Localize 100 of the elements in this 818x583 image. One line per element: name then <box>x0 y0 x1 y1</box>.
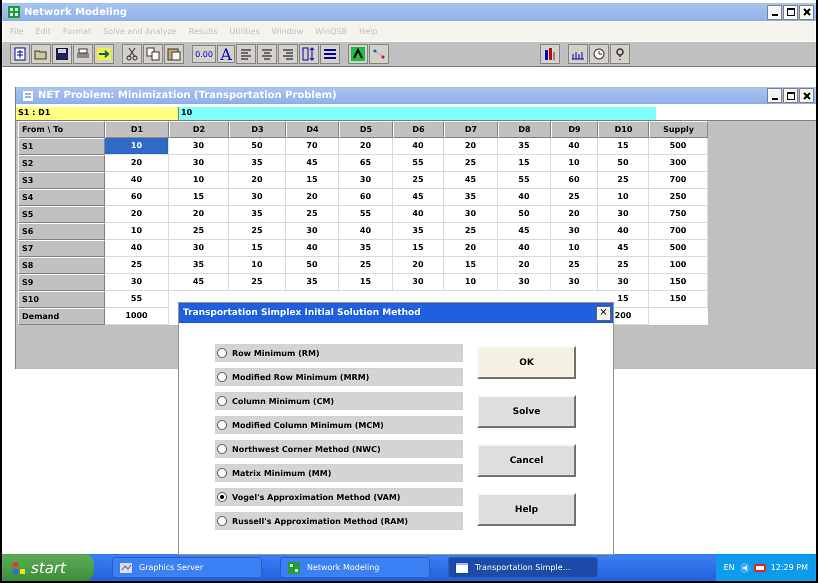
table-cell[interactable]: 25 <box>105 257 169 274</box>
table-cell[interactable]: 15 <box>286 172 339 189</box>
radio-button[interactable] <box>217 444 227 454</box>
table-cell[interactable]: 55 <box>339 206 393 223</box>
radio-button[interactable] <box>217 396 227 406</box>
table-cell[interactable]: 70 <box>286 138 339 155</box>
table-cell[interactable]: 30 <box>169 240 229 257</box>
copy-icon[interactable] <box>145 46 161 62</box>
table-cell[interactable]: 25 <box>229 274 286 291</box>
radio-option[interactable]: Modified Column Minimum (MCM) <box>215 416 463 434</box>
table-cell[interactable]: 25 <box>598 172 649 189</box>
table-cell[interactable]: 25 <box>444 155 498 172</box>
new-icon[interactable] <box>12 46 28 62</box>
taskbar-button[interactable]: Graphics Server <box>112 557 262 578</box>
table-cell[interactable]: 15 <box>444 257 498 274</box>
table-cell[interactable]: 10 <box>169 172 229 189</box>
radio-option[interactable]: Column Minimum (CM) <box>215 392 463 410</box>
table-cell[interactable]: 40 <box>498 240 551 257</box>
table-cell[interactable]: 20 <box>444 240 498 257</box>
table-cell[interactable]: 20 <box>551 206 598 223</box>
close-button[interactable]: × <box>596 306 611 320</box>
table-cell[interactable]: 15 <box>598 138 649 155</box>
table-cell[interactable]: 500 <box>649 240 708 257</box>
table-cell[interactable]: 30 <box>229 189 286 206</box>
table-cell[interactable]: 40 <box>393 206 444 223</box>
table-cell[interactable]: 150 <box>649 291 708 308</box>
table-cell[interactable]: 15 <box>229 240 286 257</box>
table-cell[interactable]: 20 <box>105 155 169 172</box>
table-cell[interactable]: 30 <box>551 223 598 240</box>
table-cell[interactable]: 35 <box>339 240 393 257</box>
table-cell[interactable]: 750 <box>649 206 708 223</box>
cell-value-field[interactable]: 10 <box>178 107 656 120</box>
radio-button[interactable] <box>217 420 227 430</box>
table-cell[interactable]: 55 <box>105 291 169 308</box>
table-cell[interactable]: 30 <box>598 206 649 223</box>
table-cell[interactable]: 50 <box>229 138 286 155</box>
dialog-button[interactable]: Solve <box>477 395 576 428</box>
radio-option[interactable]: Matrix Minimum (MM) <box>215 464 463 482</box>
table-cell[interactable]: 60 <box>105 189 169 206</box>
font-button[interactable]: A <box>217 45 235 63</box>
radio-option[interactable]: Northwest Corner Method (NWC) <box>215 440 463 458</box>
radio-option[interactable]: Vogel's Approximation Method (VAM) <box>215 488 463 506</box>
radio-option[interactable]: Row Minimum (RM) <box>215 344 463 362</box>
table-cell[interactable]: 30 <box>286 223 339 240</box>
table-cell[interactable]: 45 <box>598 240 649 257</box>
table-cell[interactable]: 20 <box>339 138 393 155</box>
table-cell[interactable]: 20 <box>286 189 339 206</box>
table-cell[interactable]: 20 <box>444 138 498 155</box>
table-cell[interactable]: 10 <box>598 189 649 206</box>
minimize-button[interactable] <box>767 4 782 20</box>
table-cell[interactable]: 20 <box>105 206 169 223</box>
speaker-icon[interactable] <box>738 562 751 574</box>
table-cell[interactable]: 45 <box>444 172 498 189</box>
cut-icon[interactable] <box>124 46 140 62</box>
table-cell[interactable]: 25 <box>551 257 598 274</box>
table-cell[interactable]: 30 <box>444 206 498 223</box>
table-cell[interactable]: 35 <box>169 257 229 274</box>
table-cell[interactable]: 35 <box>393 223 444 240</box>
table-cell[interactable]: 45 <box>286 155 339 172</box>
table-cell[interactable]: 50 <box>498 206 551 223</box>
table-cell[interactable]: 60 <box>339 189 393 206</box>
table-cell[interactable]: 40 <box>105 240 169 257</box>
table-cell[interactable]: 500 <box>649 138 708 155</box>
table-cell[interactable]: 700 <box>649 223 708 240</box>
table-cell[interactable]: 20 <box>498 257 551 274</box>
table-cell[interactable]: 30 <box>393 274 444 291</box>
table-cell[interactable]: 25 <box>339 257 393 274</box>
table-cell[interactable]: 30 <box>105 274 169 291</box>
table-cell[interactable]: 15 <box>169 189 229 206</box>
table-cell[interactable]: 15 <box>393 240 444 257</box>
table-cell[interactable]: 35 <box>229 155 286 172</box>
table-cell[interactable]: 10 <box>105 138 169 155</box>
table-cell[interactable]: 20 <box>393 257 444 274</box>
table-cell[interactable]: 50 <box>286 257 339 274</box>
table-cell[interactable]: 30 <box>339 172 393 189</box>
table-cell[interactable]: 100 <box>649 257 708 274</box>
table-cell[interactable]: 45 <box>169 274 229 291</box>
column-width-icon[interactable] <box>301 46 317 62</box>
table-cell[interactable]: 15 <box>339 274 393 291</box>
radio-button[interactable] <box>217 468 227 478</box>
table-cell[interactable]: 25 <box>551 189 598 206</box>
table-cell[interactable]: 65 <box>339 155 393 172</box>
table-cell[interactable]: 35 <box>498 138 551 155</box>
maximize-button[interactable] <box>783 4 798 20</box>
close-button[interactable] <box>799 88 814 103</box>
radio-button[interactable] <box>217 492 227 502</box>
clock-icon[interactable] <box>591 46 607 62</box>
table-cell[interactable]: 25 <box>169 223 229 240</box>
table-cell[interactable]: 55 <box>393 155 444 172</box>
number-format-button[interactable]: 0.00 <box>192 45 216 63</box>
table-cell[interactable]: 30 <box>169 155 229 172</box>
table-cell[interactable]: 40 <box>598 223 649 240</box>
table-cell[interactable]: 40 <box>393 138 444 155</box>
radio-option[interactable]: Russell's Approximation Method (RAM) <box>215 512 463 530</box>
dialog-button[interactable]: Cancel <box>477 444 576 477</box>
taskbar-button[interactable]: Transportation Simple... <box>448 557 598 578</box>
radio-button[interactable] <box>217 348 227 358</box>
maximize-button[interactable] <box>783 88 798 103</box>
table-cell[interactable]: 20 <box>229 172 286 189</box>
table-cell[interactable]: 30 <box>551 274 598 291</box>
